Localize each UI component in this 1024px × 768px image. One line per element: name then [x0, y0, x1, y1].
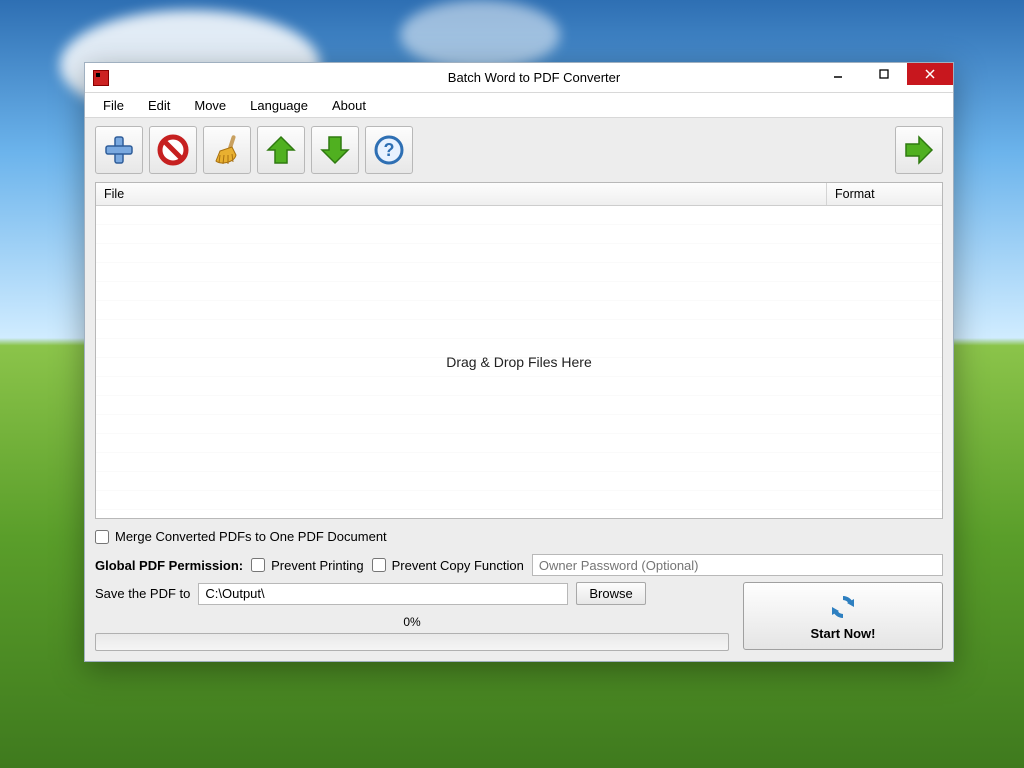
file-listview[interactable]: File Format Drag & Drop Files Here: [95, 182, 943, 519]
plus-icon: [102, 133, 136, 167]
prevent-copy-checkbox[interactable]: [372, 558, 386, 572]
arrow-up-icon: [264, 133, 298, 167]
app-window: Batch Word to PDF Converter File Edit Mo…: [84, 62, 954, 662]
add-button[interactable]: [95, 126, 143, 174]
merge-checkbox-label[interactable]: Merge Converted PDFs to One PDF Document: [95, 529, 387, 544]
menubar: File Edit Move Language About: [85, 93, 953, 118]
no-entry-icon: [156, 133, 190, 167]
column-file[interactable]: File: [96, 183, 827, 205]
prevent-copy-checkbox-label[interactable]: Prevent Copy Function: [372, 558, 524, 573]
close-button[interactable]: [907, 63, 953, 85]
remove-button[interactable]: [149, 126, 197, 174]
column-format[interactable]: Format: [827, 183, 942, 205]
prevent-print-checkbox[interactable]: [251, 558, 265, 572]
permission-label: Global PDF Permission:: [95, 558, 243, 573]
refresh-icon: [828, 592, 858, 622]
start-label: Start Now!: [811, 626, 876, 641]
prevent-print-checkbox-label[interactable]: Prevent Printing: [251, 558, 364, 573]
help-icon: ?: [372, 133, 406, 167]
menu-language[interactable]: Language: [238, 95, 320, 116]
prevent-print-label: Prevent Printing: [271, 558, 364, 573]
start-button[interactable]: Start Now!: [743, 582, 943, 650]
owner-password-input[interactable]: [532, 554, 943, 576]
move-down-button[interactable]: [311, 126, 359, 174]
merge-label: Merge Converted PDFs to One PDF Document: [115, 529, 387, 544]
broom-icon: [210, 133, 244, 167]
progress-bar: [95, 633, 729, 651]
prevent-copy-label: Prevent Copy Function: [392, 558, 524, 573]
save-to-label: Save the PDF to: [95, 586, 190, 601]
app-icon: [93, 70, 109, 86]
progress-text: 0%: [95, 615, 729, 629]
arrow-right-icon: [902, 133, 936, 167]
listview-header: File Format: [96, 183, 942, 206]
move-up-button[interactable]: [257, 126, 305, 174]
browse-button[interactable]: Browse: [576, 582, 645, 605]
clear-button[interactable]: [203, 126, 251, 174]
output-path-input[interactable]: [198, 583, 568, 605]
maximize-button[interactable]: [861, 63, 907, 85]
merge-checkbox[interactable]: [95, 530, 109, 544]
convert-button[interactable]: [895, 126, 943, 174]
minimize-button[interactable]: [815, 63, 861, 85]
menu-move[interactable]: Move: [182, 95, 238, 116]
listview-body[interactable]: Drag & Drop Files Here: [96, 206, 942, 518]
svg-text:?: ?: [384, 140, 395, 160]
menu-about[interactable]: About: [320, 95, 378, 116]
titlebar[interactable]: Batch Word to PDF Converter: [85, 63, 953, 93]
toolbar: ?: [95, 126, 943, 174]
window-title: Batch Word to PDF Converter: [448, 70, 620, 85]
drop-hint: Drag & Drop Files Here: [446, 354, 592, 370]
help-button[interactable]: ?: [365, 126, 413, 174]
arrow-down-icon: [318, 133, 352, 167]
menu-edit[interactable]: Edit: [136, 95, 182, 116]
menu-file[interactable]: File: [91, 95, 136, 116]
